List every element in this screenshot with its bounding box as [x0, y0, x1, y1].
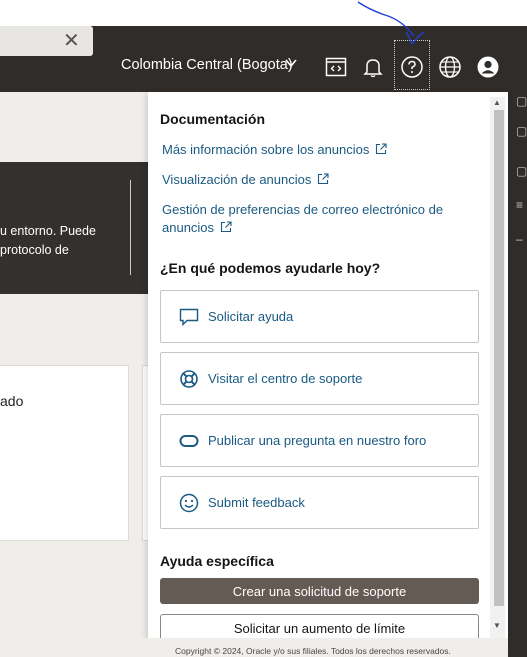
smiley-icon: [178, 492, 200, 514]
region-selector[interactable]: Colombia Central (Bogota): [121, 57, 293, 73]
scrollbar-thumb[interactable]: [494, 110, 504, 606]
oracle-forum-icon: [178, 430, 200, 452]
forum-question-card[interactable]: Publicar una pregunta en nuestro foro: [160, 414, 479, 467]
user-avatar-icon[interactable]: [476, 55, 500, 79]
doc-link-announcements-info[interactable]: Más información sobre los anuncios: [162, 141, 387, 159]
request-limit-increase-button[interactable]: Solicitar un aumento de límite: [160, 614, 479, 638]
rail-icon[interactable]: –: [516, 232, 523, 246]
chat-icon: [178, 306, 200, 328]
scroll-up-arrow-icon[interactable]: ▲: [493, 98, 501, 107]
annotation-arrow: [357, 1, 425, 45]
banner-text: u entorno. Puede protocolo de: [0, 224, 96, 257]
rail-icon[interactable]: ▢: [516, 94, 527, 108]
rail-icon[interactable]: ≡: [516, 198, 523, 212]
lifebuoy-icon: [178, 368, 200, 390]
help-card-label: Solicitar ayuda: [208, 309, 294, 324]
globe-icon[interactable]: [438, 55, 462, 79]
support-center-card[interactable]: Visitar el centro de soporte: [160, 352, 479, 405]
help-options-title: ¿En qué podemos ayudarle hoy?: [160, 260, 381, 276]
help-card-label: Publicar una pregunta en nuestro foro: [208, 433, 427, 448]
create-support-request-button[interactable]: Crear una solicitud de soporte: [160, 578, 479, 604]
copyright-text: Copyright © 2024, Oracle y/o sus filiale…: [175, 646, 451, 656]
external-link-icon: [376, 143, 387, 155]
scroll-down-arrow-icon[interactable]: ▼: [493, 621, 501, 630]
specific-help-title: Ayuda específica: [160, 553, 274, 569]
help-card-label: Visitar el centro de soporte: [208, 371, 363, 386]
external-link-icon: [318, 173, 329, 185]
background-card: [0, 365, 129, 541]
top-strip: [0, 0, 527, 26]
request-help-card[interactable]: Solicitar ayuda: [160, 290, 479, 343]
documentation-title: Documentación: [160, 111, 266, 127]
submit-feedback-card[interactable]: Submit feedback: [160, 476, 479, 529]
help-card-label: Submit feedback: [208, 495, 305, 510]
rail-icon[interactable]: ▢: [516, 164, 527, 178]
rail-icon[interactable]: ▢: [516, 124, 527, 138]
help-panel: Documentación Más información sobre los …: [148, 92, 508, 638]
doc-link-view-announcements[interactable]: Visualización de anuncios: [162, 171, 329, 189]
background-card-text: ado: [0, 393, 24, 409]
clear-search-icon[interactable]: ✕: [63, 31, 80, 51]
banner-divider: [130, 180, 131, 275]
external-link-icon: [220, 221, 232, 233]
doc-link-email-preferences[interactable]: Gestión de preferencias de correo electr…: [162, 201, 452, 237]
chevron-down-icon[interactable]: [284, 56, 298, 73]
